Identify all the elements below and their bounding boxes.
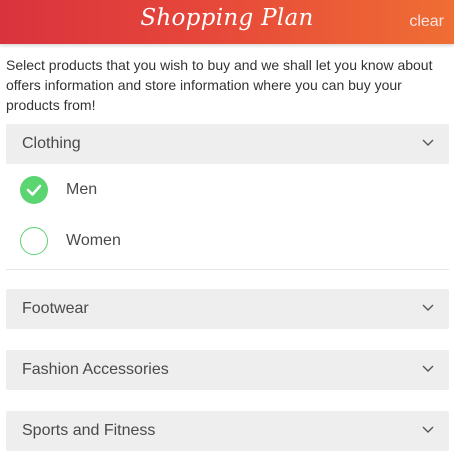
section-label-footwear: Footwear (22, 300, 89, 317)
section-label-clothing: Clothing (22, 135, 81, 152)
clear-button[interactable]: clear (409, 13, 444, 31)
chevron-down-icon (422, 365, 434, 372)
option-label-men: Men (66, 181, 98, 198)
section-footwear[interactable]: Footwear (6, 289, 449, 329)
option-men[interactable]: Men (6, 170, 449, 210)
app-header: Shopping Plan clear (0, 0, 454, 44)
section-fashion-accessories[interactable]: Fashion Accessories (6, 350, 449, 390)
section-label-sports-and-fitness: Sports and Fitness (22, 422, 156, 439)
chevron-down-icon (422, 426, 434, 433)
selected-radio[interactable] (20, 176, 48, 204)
section-label-fashion-accessories: Fashion Accessories (22, 361, 169, 378)
chevron-down-icon (422, 304, 434, 311)
option-women[interactable]: Women (6, 221, 449, 261)
section-clothing[interactable]: Clothing (6, 124, 449, 164)
chevron-down-icon (422, 139, 434, 146)
section-sports-and-fitness[interactable]: Sports and Fitness (6, 411, 449, 451)
unselected-radio[interactable] (20, 227, 48, 255)
option-label-women: Women (66, 232, 121, 249)
checkmark-icon (26, 184, 42, 196)
clothing-options: Men Women (6, 164, 449, 270)
intro-text: Select products that you wish to buy and… (6, 57, 433, 113)
app-title: Shopping Plan (140, 5, 314, 31)
